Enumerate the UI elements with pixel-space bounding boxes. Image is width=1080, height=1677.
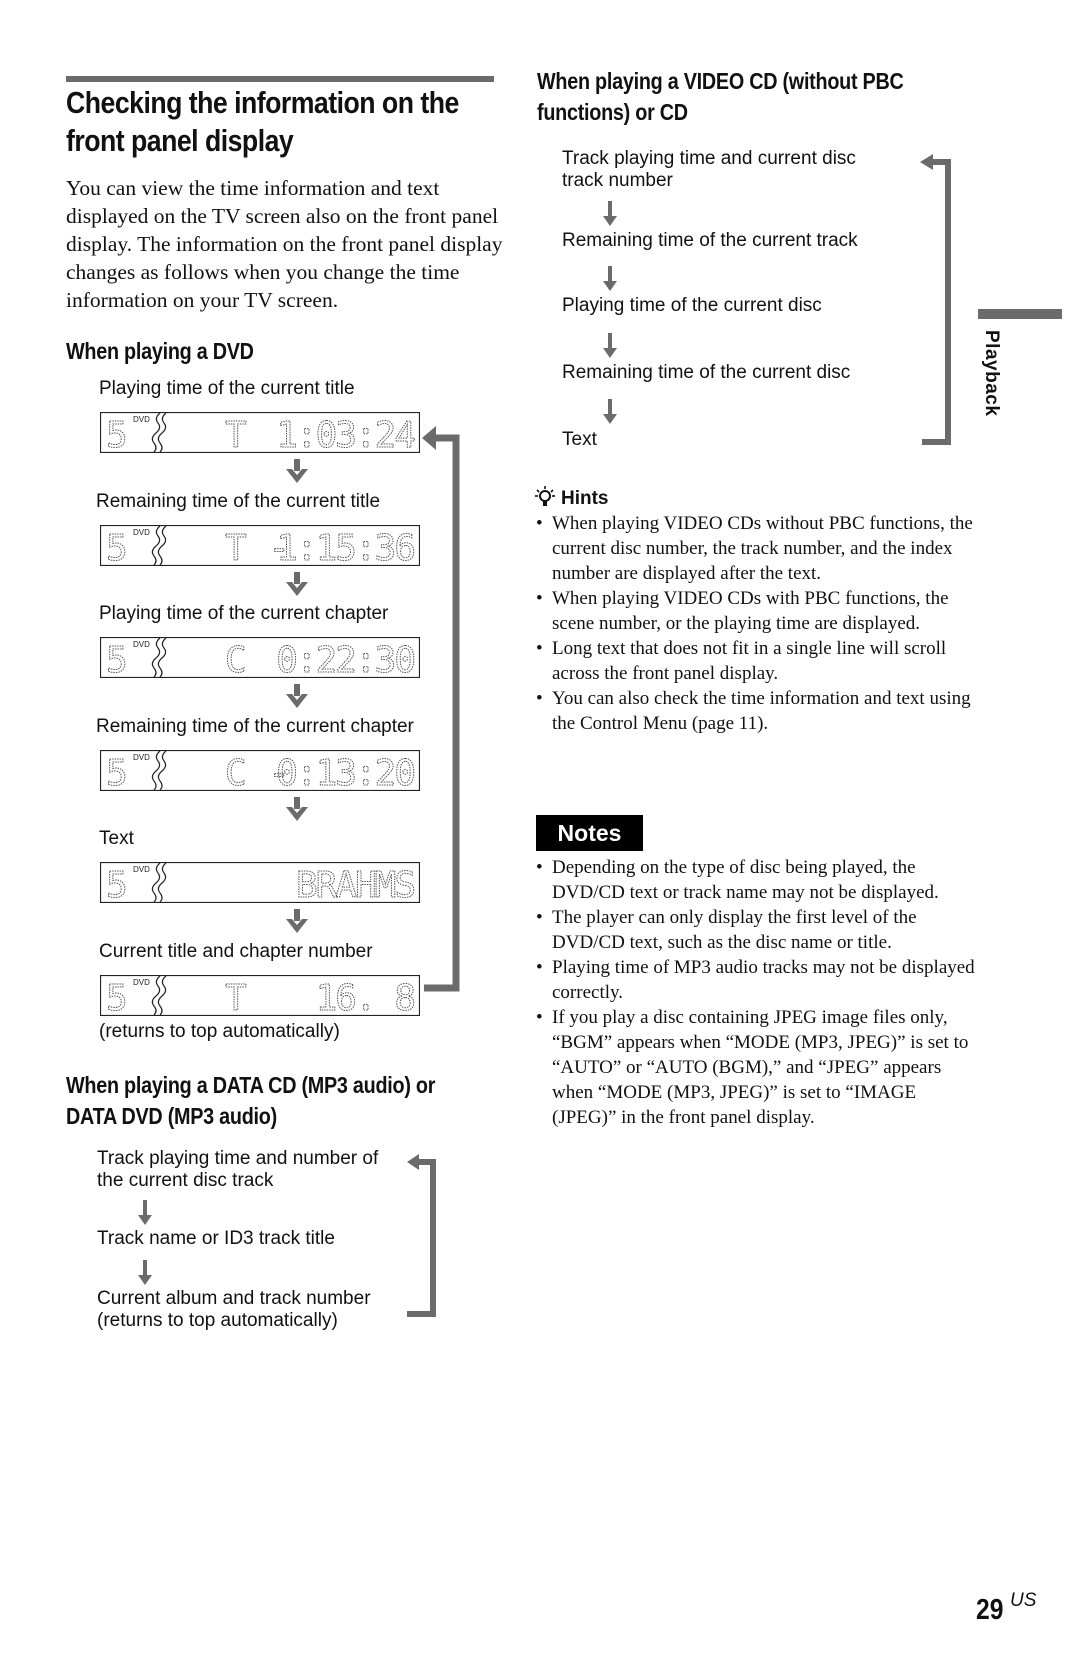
down-arrow-icon	[286, 459, 308, 483]
section-rule	[66, 76, 494, 82]
down-arrow-icon	[603, 399, 617, 424]
page-title: Checking the information on the front pa…	[66, 84, 459, 160]
hints-heading: Hints	[535, 486, 609, 510]
dvd-step-label: Playing time of the current chapter	[99, 603, 389, 624]
hint-item: When playing VIDEO CDs without PBC funct…	[535, 511, 975, 586]
dvd-flow-footer: (returns to top automatically)	[99, 1021, 340, 1042]
hint-item: Long text that does not fit in a single …	[535, 636, 975, 686]
intro-paragraph: You can view the time information and te…	[66, 176, 503, 312]
lcd-dvd-badge: DVD	[133, 753, 150, 762]
lcd-disc-number: 5	[106, 640, 128, 678]
lcd-value: 1:03:24	[276, 415, 414, 453]
vcd-step-2: Remaining time of the current track	[562, 230, 858, 251]
lcd-mode: T	[225, 415, 247, 453]
lcd-dvd-badge: DVD	[133, 415, 150, 424]
note-item: Playing time of MP3 audio tracks may not…	[535, 955, 975, 1005]
lcd-disc-number: 5	[106, 528, 128, 566]
hints-label: Hints	[561, 488, 609, 509]
down-arrow-icon	[603, 266, 617, 291]
note-item: Depending on the type of disc being play…	[535, 855, 975, 905]
lcd-value: 0:22:30	[276, 640, 414, 678]
dvd-return-bracket	[422, 426, 460, 992]
return-arrow-head	[422, 426, 436, 450]
dvd-step-label: Playing time of the current title	[99, 378, 355, 399]
lcd-value: 0:13:20	[276, 753, 414, 791]
vcd-heading-line-1: When playing a VIDEO CD (without PBC	[537, 68, 904, 94]
mp3-heading-line-1: When playing a DATA CD (MP3 audio) or	[66, 1072, 436, 1098]
front-panel-display: 5 DVD T 1:03:24	[100, 412, 420, 453]
lcd-mode: C	[225, 640, 247, 678]
mp3-step-1-line-1: Track playing time and number of	[97, 1148, 379, 1169]
dvd-step-label: Remaining time of the current title	[96, 490, 381, 512]
dvd-step-label: Current title and chapter number	[99, 940, 373, 962]
down-arrow-icon	[286, 571, 308, 596]
vcd-step-4: Remaining time of the current disc	[562, 362, 851, 383]
page-number-suffix: US	[1010, 1590, 1037, 1611]
lcd-disc-number: 5	[106, 865, 128, 903]
dvd-step-label: Remaining time of the current chapter	[96, 715, 414, 737]
vcd-step-1: Track playing time and current disc trac…	[562, 148, 856, 192]
note-item: If you play a disc containing JPEG image…	[535, 1005, 975, 1130]
page-title-line-2: front panel display	[66, 123, 294, 158]
notes-list: Depending on the type of disc being play…	[535, 855, 975, 1130]
mp3-step-3: Current album and track number (returns …	[97, 1288, 371, 1332]
dvd-step-label: Text	[99, 828, 134, 849]
vcd-return-bracket	[920, 154, 951, 445]
mp3-step-3-line-1: Current album and track number	[97, 1288, 371, 1309]
hints-list: When playing VIDEO CDs without PBC funct…	[535, 511, 975, 736]
lcd-value: 1:15:36	[276, 528, 414, 566]
page-number: 29	[976, 1594, 1004, 1626]
lightbulb-icon	[535, 486, 555, 506]
lcd-disc-number: 5	[106, 978, 128, 1016]
lcd-value: 16. 8	[316, 978, 415, 1016]
vcd-step-1-line-2: track number	[562, 170, 673, 191]
lcd-disc-number: 5	[106, 415, 128, 453]
front-panel-display: 5 DVD T 16. 8	[100, 974, 420, 1016]
front-panel-display: 5 DVD T -1:15:36	[100, 524, 420, 566]
front-panel-display: 5 DVD C 0:22:30	[100, 637, 420, 678]
down-arrow-icon	[286, 684, 308, 708]
lcd-mode: T	[225, 978, 247, 1016]
lcd-disc-number: 5	[106, 753, 128, 791]
page-title-line-1: Checking the information on the	[66, 85, 459, 120]
lcd-dvd-badge: DVD	[133, 528, 150, 537]
mp3-return-bracket	[407, 1154, 436, 1317]
vcd-step-3: Playing time of the current disc	[562, 295, 822, 316]
down-arrow-icon	[286, 909, 308, 933]
mp3-section-heading: When playing a DATA CD (MP3 audio) or DA…	[66, 1070, 435, 1132]
lcd-value: BRAHMS	[296, 865, 414, 903]
side-tab-label: Playback	[981, 330, 1002, 417]
vcd-step-5: Text	[562, 429, 597, 450]
hint-item: You can also check the time information …	[535, 686, 975, 736]
lcd-dvd-badge: DVD	[133, 978, 150, 987]
vcd-section-heading: When playing a VIDEO CD (without PBC fun…	[537, 66, 904, 128]
down-arrow-icon	[603, 201, 617, 226]
mp3-step-2: Track name or ID3 track title	[97, 1228, 335, 1249]
mp3-step-3-line-2: (returns to top automatically)	[97, 1310, 338, 1331]
mp3-step-1: Track playing time and number of the cur…	[97, 1148, 378, 1192]
side-tab-bar	[978, 309, 1062, 319]
down-arrow-icon	[286, 796, 308, 821]
down-arrow-icon	[603, 333, 617, 358]
vcd-step-1-line-1: Track playing time and current disc	[562, 148, 856, 169]
front-panel-display: 5 DVD C -0:13:20	[100, 749, 420, 791]
lcd-dvd-badge: DVD	[133, 640, 150, 649]
mp3-step-1-line-2: the current disc track	[97, 1170, 274, 1191]
mp3-heading-line-2: DATA DVD (MP3 audio)	[66, 1103, 277, 1129]
down-arrow-icon	[138, 1200, 152, 1225]
down-arrow-icon	[138, 1260, 152, 1285]
dvd-section-heading: When playing a DVD	[66, 338, 254, 364]
notes-badge: Notes	[536, 815, 643, 851]
vcd-heading-line-2: functions) or CD	[537, 99, 688, 125]
front-panel-display: 5 DVD BRAHMS	[100, 862, 420, 903]
hint-item: When playing VIDEO CDs with PBC function…	[535, 586, 975, 636]
lcd-dvd-badge: DVD	[133, 865, 150, 874]
note-item: The player can only display the first le…	[535, 905, 975, 955]
